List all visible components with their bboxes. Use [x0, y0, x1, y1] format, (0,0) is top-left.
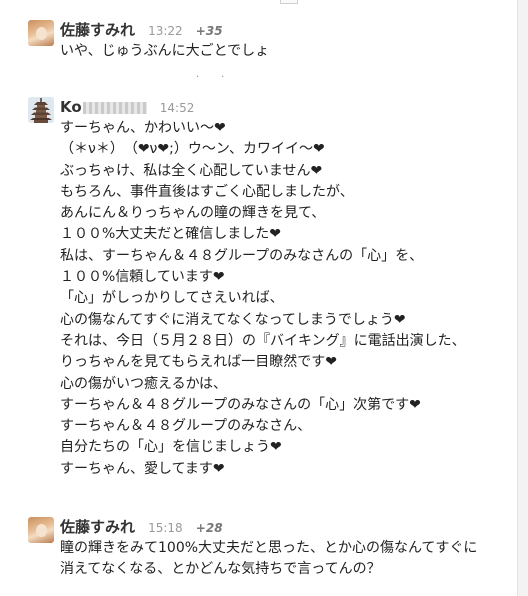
comment-body: すーちゃん、かわいい〜❤ （＊ν＊） （❤ν❤;）ウ〜ン、カワイイ〜❤ ぶっちゃ… — [60, 118, 466, 480]
comment-line: いや、じゅうぶんに大ごとでしょ — [60, 43, 270, 59]
vertical-scrollbar[interactable] — [517, 0, 528, 596]
comment-header: 佐藤すみれ 15:18 +28 — [60, 517, 223, 537]
separator-dots: ·· — [196, 72, 247, 83]
comment-header: 佐藤すみれ 13:22 +35 — [60, 20, 223, 40]
avatar[interactable] — [28, 97, 54, 123]
pagoda-icon — [30, 98, 52, 123]
timestamp[interactable]: 13:22 — [148, 24, 183, 38]
top-edge-control[interactable] — [280, 0, 298, 4]
plus-count[interactable]: +35 — [196, 24, 223, 38]
avatar[interactable] — [28, 20, 54, 46]
comment-line: それは、今日（５月２８日）の『バイキング』に電話出演した、 — [60, 332, 466, 349]
comment-line: もちろん、事件直後はすごく心配しましたが、 — [60, 183, 354, 200]
comment-line: ぶっちゃけ、私は全く心配していません❤ — [60, 162, 323, 179]
comment-line: りっちゃんを見てもらえれば一目瞭然です❤ — [60, 354, 338, 371]
comment-body: いや、じゅうぶんに大ごとでしょ — [60, 41, 269, 62]
avatar[interactable] — [28, 517, 54, 543]
comment-line: すーちゃん、かわいい〜❤ — [60, 120, 226, 136]
comment-body: 瞳の輝きをみて100%大丈夫だと思った、とか心の傷なんてすぐに 消えてなくなる、… — [60, 538, 477, 581]
author-name[interactable]: Ko — [60, 98, 82, 116]
comment-line: 「心」がしっかりしてさえいれば、 — [60, 290, 284, 307]
comment-line: 心の傷がいつ癒えるかは、 — [60, 375, 228, 392]
author-name[interactable]: 佐藤すみれ — [60, 21, 135, 39]
comment-line: （＊ν＊） （❤ν❤;）ウ〜ン、カワイイ〜❤ — [60, 141, 325, 158]
comment-line: １００%信頼しています❤ — [60, 269, 225, 286]
comments-pane: 佐藤すみれ 13:22 +35 いや、じゅうぶんに大ごとでしょ ·· Ko 14… — [0, 0, 518, 596]
comment-line: すーちゃん＆４８グループのみなさん、 — [60, 418, 312, 435]
comment-line: 私は、すーちゃん＆４８グループのみなさんの「心」を、 — [60, 247, 424, 264]
comment-line: あんにん＆りっちゃんの瞳の輝きを見て、 — [60, 205, 326, 222]
author-name[interactable]: 佐藤すみれ — [60, 518, 135, 536]
comment-line: すーちゃん＆４８グループのみなさんの「心」次第です❤ — [60, 396, 421, 413]
blurred-author-name — [82, 101, 147, 114]
comment-line: 消えてなくなる、とかどんな気持ちで言ってんの？ — [60, 561, 381, 578]
comment-header: Ko 14:52 — [60, 97, 194, 117]
comment-line: 心の傷なんてすぐに消えてなくなってしまうでしょう❤ — [60, 311, 406, 328]
comment-line: 瞳の輝きをみて100%大丈夫だと思った、とか心の傷なんてすぐに — [60, 540, 478, 556]
comment-line: 自分たちの「心」を信じましょう❤ — [60, 439, 282, 456]
timestamp[interactable]: 15:18 — [148, 521, 183, 535]
comment-line: すーちゃん、愛してます❤ — [60, 460, 225, 477]
plus-count[interactable]: +28 — [196, 521, 223, 535]
timestamp[interactable]: 14:52 — [160, 101, 195, 115]
comment-line: １００%大丈夫だと確信しました❤ — [60, 226, 282, 243]
